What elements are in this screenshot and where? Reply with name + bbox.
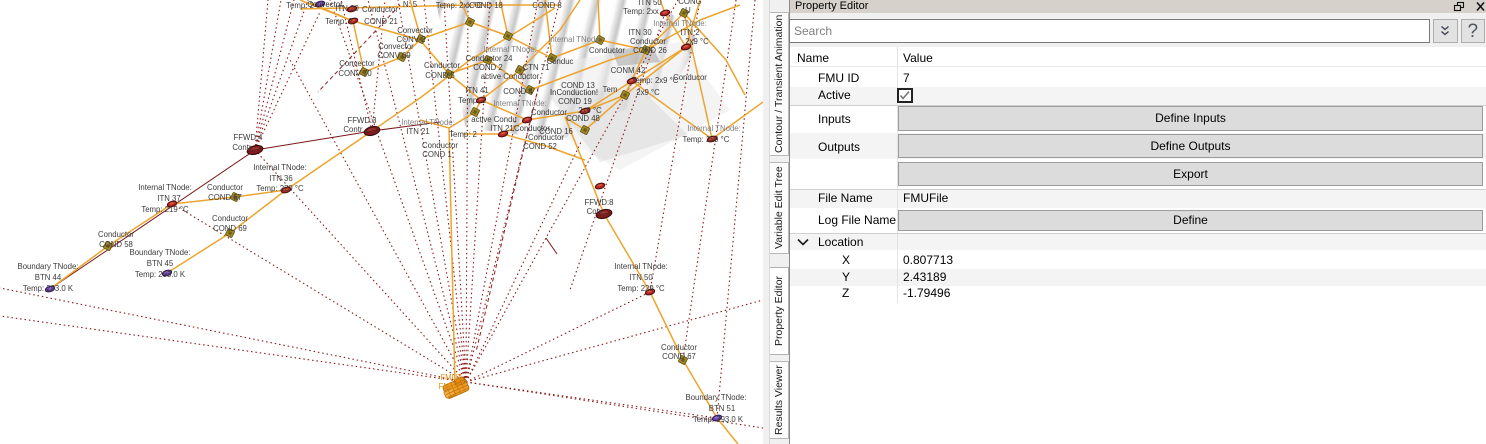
svg-text:Conductor: Conductor [98,230,134,239]
svg-text:COND 8: COND 8 [532,1,561,10]
svg-text:Temp: 2: Temp: 2 [458,96,486,105]
svg-text:Boundary TNode:: Boundary TNode: [130,248,191,257]
svg-text:ITN 37: ITN 37 [157,194,180,203]
svg-text:FFWD:4: FFWD:4 [233,133,263,142]
svg-text:COND 4: COND 4 [503,87,533,96]
svg-text:Conductor: Conductor [207,183,243,192]
svg-text:ITN 2: ITN 2 [680,28,699,37]
svg-text:Con...: Con... [587,207,608,216]
svg-text:COND 13: COND 13 [561,81,595,90]
svg-text:FMU7: FMU7 [440,373,461,382]
svg-text:COND 2: COND 2 [473,63,502,72]
svg-text:COND 5: COND 5 [425,71,455,80]
svg-text:COND 67: COND 67 [662,352,696,361]
svg-text:COND 48: COND 48 [566,114,600,123]
svg-text:Temp: 293.0 K: Temp: 293.0 K [693,415,744,424]
svg-text:Conductor: Conductor [424,61,460,70]
svg-text:CTN 71: CTN 71 [523,63,550,72]
svg-text:COND 1: COND 1 [422,150,451,159]
svg-text:Conducor: Conducor [673,73,707,82]
svg-text:BTN 51: BTN 51 [709,404,735,413]
svg-text:Internal TNode:: Internal TNode: [483,45,537,54]
svg-text:U: U [685,6,691,15]
svg-text:Conductor: Conductor [661,343,697,352]
svg-text:ITN 30: ITN 30 [628,28,652,37]
svg-text:Temp: 2xx: Temp: 2xx [623,7,659,16]
svg-text:COND 18: COND 18 [469,1,503,10]
svg-text:Boundary TNode:: Boundary TNode: [18,262,79,271]
svg-text:Temp: 2x9 °C: Temp: 2x9 °C [632,76,679,85]
svg-text:BTN 44: BTN 44 [35,273,62,282]
svg-text:COND 69: COND 69 [213,224,247,233]
svg-text:Temp: 219 °C: Temp: 219 °C [141,205,189,214]
svg-text:COND 67: COND 67 [208,193,242,202]
svg-text:Internal TNode:: Internal TNode: [653,19,707,28]
svg-text:2x9 °C: 2x9 °C [685,37,709,46]
svg-text:Conduc: Conduc [547,57,574,66]
svg-text:CONV 70: CONV 70 [338,69,372,78]
svg-text:Internal TNode:: Internal TNode: [401,118,455,127]
svg-text:Contr...: Contr... [232,143,257,152]
svg-text:Temp: 2: Temp: 2 [325,17,353,26]
svg-text:Temp: 229 °C: Temp: 229 °C [256,184,304,193]
svg-text:Temp: 229 °C: Temp: 229 °C [617,284,665,293]
svg-text:ITN 50: ITN 50 [629,273,653,282]
svg-text:Conductor: Conductor [630,37,666,46]
svg-text:Internal TNode:: Internal TNode: [493,99,547,108]
svg-text:COND 52: COND 52 [523,142,557,151]
svg-text:ITN 21: ITN 21 [490,124,513,133]
svg-text:Conductor: Conductor [531,108,567,117]
svg-text:ITN 20: ITN 20 [335,4,359,13]
svg-text:Internal TNode:: Internal TNode: [614,262,668,271]
svg-text:Convector: Convector [397,26,433,35]
svg-text:Internal TNode:: Internal TNode: [138,183,192,192]
svg-text:COND 26: COND 26 [633,46,667,55]
svg-text:N: 5: N: 5 [403,0,418,9]
svg-text:2x9 °C: 2x9 °C [636,88,660,97]
svg-text:Temp: 293.0 K: Temp: 293.0 K [135,270,186,279]
svg-text:ITN 41: ITN 41 [465,86,488,95]
svg-text:active Conductor: active Conductor [481,72,540,81]
svg-text:Conductor: Conductor [528,133,564,142]
svg-text:FFWD:8: FFWD:8 [584,198,613,207]
svg-text:Temp: 2x9 °C: Temp: 2x9 °C [683,135,730,144]
svg-text:Conductor 24: Conductor 24 [466,54,513,63]
svg-text:ITN 21: ITN 21 [406,127,429,136]
svg-text:Internal TNode:: Internal TNode: [687,124,741,133]
svg-text:Convector: Convector [339,59,375,68]
svg-text:FMUc: FMUc [439,382,460,391]
svg-text:Internal TNode:: Internal TNode: [548,35,602,44]
svg-text:ITN 36: ITN 36 [269,174,292,183]
svg-text:active Condu: active Condu [471,115,517,124]
svg-text:Conductor: Conductor [422,141,458,150]
svg-text:FFWD:3: FFWD:3 [347,116,376,125]
svg-text:Internal TNode:: Internal TNode: [253,163,307,172]
svg-text:Conductor: Conductor [589,46,625,55]
svg-text:Temp: 293.0 K: Temp: 293.0 K [23,284,74,293]
svg-text:Conductor: Conductor [212,214,248,223]
svg-text:Boundary TNode:: Boundary TNode: [686,393,747,402]
svg-text:COND 19: COND 19 [558,97,592,106]
svg-text:ITN 50: ITN 50 [638,0,662,7]
svg-text:CONV 69: CONV 69 [377,51,410,60]
svg-text:COND 21: COND 21 [364,17,398,26]
svg-text:Tem: Tem [603,85,618,94]
svg-text:CONM 42: CONM 42 [611,66,646,75]
svg-text:Contr...: Contr... [343,125,368,134]
svg-text:Conductor: Conductor [362,5,398,14]
svg-text:Convector: Convector [378,42,414,51]
svg-text:Temp: 2: Temp: 2 [449,130,477,139]
svg-text:COND 58: COND 58 [99,240,133,249]
svg-text:BTN 45: BTN 45 [147,259,174,268]
